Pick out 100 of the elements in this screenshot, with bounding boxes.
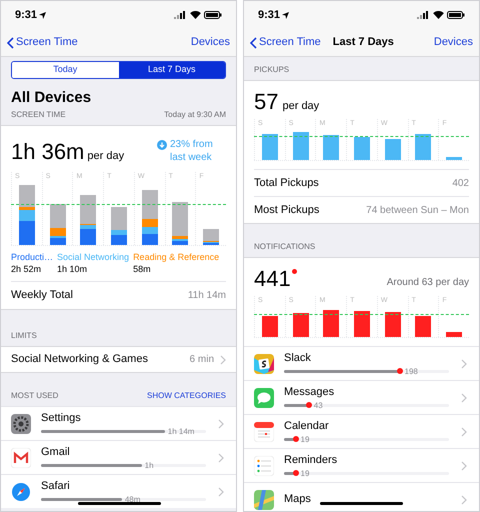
app-name: Slack: [284, 352, 311, 364]
usage-value: 19: [300, 468, 310, 478]
app-icon: [254, 354, 274, 374]
app-name: Safari: [41, 480, 70, 492]
usage-value: 19: [300, 434, 310, 444]
app-name: Messages: [284, 386, 334, 398]
chevron-icon: [461, 358, 467, 368]
category-label: Social Networking: [57, 251, 130, 263]
wifi-icon: [433, 11, 444, 19]
section-header: PICKUPS: [254, 64, 290, 76]
pickup-bar: [415, 134, 432, 160]
pickup-bar: [323, 135, 340, 160]
change-text: 23% from last week: [170, 138, 214, 164]
usage-value: 48m: [124, 494, 140, 504]
chevron-icon: [220, 354, 226, 364]
back-button[interactable]: Screen Time: [7, 34, 78, 51]
devices-button[interactable]: Devices: [434, 34, 473, 51]
pickup-bar: [354, 137, 370, 160]
pickup-bar: [446, 157, 462, 160]
row-value: 6 min: [190, 353, 214, 367]
back-button[interactable]: Screen Time: [250, 34, 321, 51]
back-chevron-icon: [250, 36, 257, 48]
category-time: 2h 52m: [11, 263, 42, 275]
pickups-count: 57: [254, 89, 278, 115]
app-name: Maps: [284, 493, 311, 506]
app-icon: [254, 456, 274, 476]
notification-bar: [384, 312, 401, 337]
signal-icon: [174, 11, 187, 19]
app-icon: [11, 414, 31, 434]
stacked-bar: [80, 195, 96, 245]
usage-value: 43: [314, 400, 323, 410]
per-day-label: per day: [282, 99, 320, 114]
stacked-bar: [111, 207, 128, 245]
down-arrow-icon: [157, 140, 167, 150]
app-icon: [254, 490, 274, 510]
app-name: Reminders: [284, 454, 338, 466]
per-day-label: per day: [87, 148, 124, 164]
usage-value: 1h: [144, 460, 154, 470]
chevron-icon: [461, 392, 467, 402]
notification-bar: [354, 311, 370, 337]
stacked-bar: [172, 202, 188, 245]
wifi-icon: [190, 11, 201, 19]
section-header: LIMITS: [11, 330, 37, 342]
nav-title: Last 7 Days: [332, 35, 394, 50]
usage-value: 198: [404, 366, 418, 376]
chevron-icon: [218, 418, 224, 428]
section-header: SCREEN TIME: [11, 109, 66, 121]
row-value: 11h 14m: [188, 289, 226, 303]
stacked-bar: [18, 185, 35, 245]
category-label: Reading & Reference: [133, 251, 220, 263]
average-text: Around 63 per day: [386, 276, 469, 290]
notification-bar: [415, 316, 432, 337]
app-icon: [254, 422, 274, 442]
section-header: NOTIFICATIONS: [254, 241, 316, 253]
stacked-bar: [50, 204, 66, 245]
pickup-bar: [292, 132, 309, 160]
notification-bar: [262, 316, 278, 337]
status-time: 9:31: [258, 8, 280, 23]
page-title: All Devices: [10, 88, 92, 108]
category-label: Producti…: [11, 251, 54, 263]
row-label: Social Networking & Games: [11, 352, 148, 368]
category-time: 1h 10m: [57, 263, 88, 275]
notification-bar: [292, 313, 309, 337]
battery-icon: [204, 11, 222, 19]
category-time: 58m: [133, 263, 152, 275]
limit-row[interactable]: Social Networking & Games 6 min: [1, 346, 236, 372]
app-icon: [11, 448, 31, 468]
chevron-icon: [461, 426, 467, 436]
segment-tab[interactable]: Last 7 Days: [118, 62, 225, 78]
updated-time: Today at 9:30 AM: [164, 109, 226, 121]
pickup-bar: [262, 134, 278, 160]
chevron-icon: [461, 494, 467, 504]
usage-value: 1h 14m: [168, 426, 194, 436]
chevron-icon: [218, 486, 224, 496]
app-icon: [11, 482, 31, 502]
chevron-icon: [461, 460, 467, 470]
row-label: Weekly Total: [11, 288, 73, 304]
show-categories-link[interactable]: SHOW CATEGORIES: [147, 390, 226, 402]
notification-bar: [323, 310, 340, 337]
average-time: 1h 36m: [11, 140, 84, 164]
row-label: Total Pickups: [254, 176, 319, 191]
chevron-icon: [218, 452, 224, 462]
row-label: Most Pickups: [254, 202, 320, 218]
row-value: 402: [452, 176, 469, 190]
location-icon: [39, 12, 46, 18]
notification-bar: [446, 332, 462, 337]
back-chevron-icon: [7, 36, 14, 48]
devices-button[interactable]: Devices: [190, 34, 230, 51]
app-name: Settings: [41, 412, 81, 424]
signal-icon: [417, 11, 430, 19]
stacked-bar: [203, 229, 220, 245]
notifications-count: 441: [254, 266, 291, 292]
app-icon: [254, 388, 274, 408]
app-name: Gmail: [41, 446, 70, 458]
pickup-bar: [384, 139, 401, 160]
battery-icon: [447, 11, 465, 19]
location-icon: [282, 12, 290, 18]
app-name: Calendar: [284, 420, 329, 432]
status-time: 9:31: [15, 8, 38, 23]
row-value: 74 between Sun – Mon: [366, 204, 469, 218]
